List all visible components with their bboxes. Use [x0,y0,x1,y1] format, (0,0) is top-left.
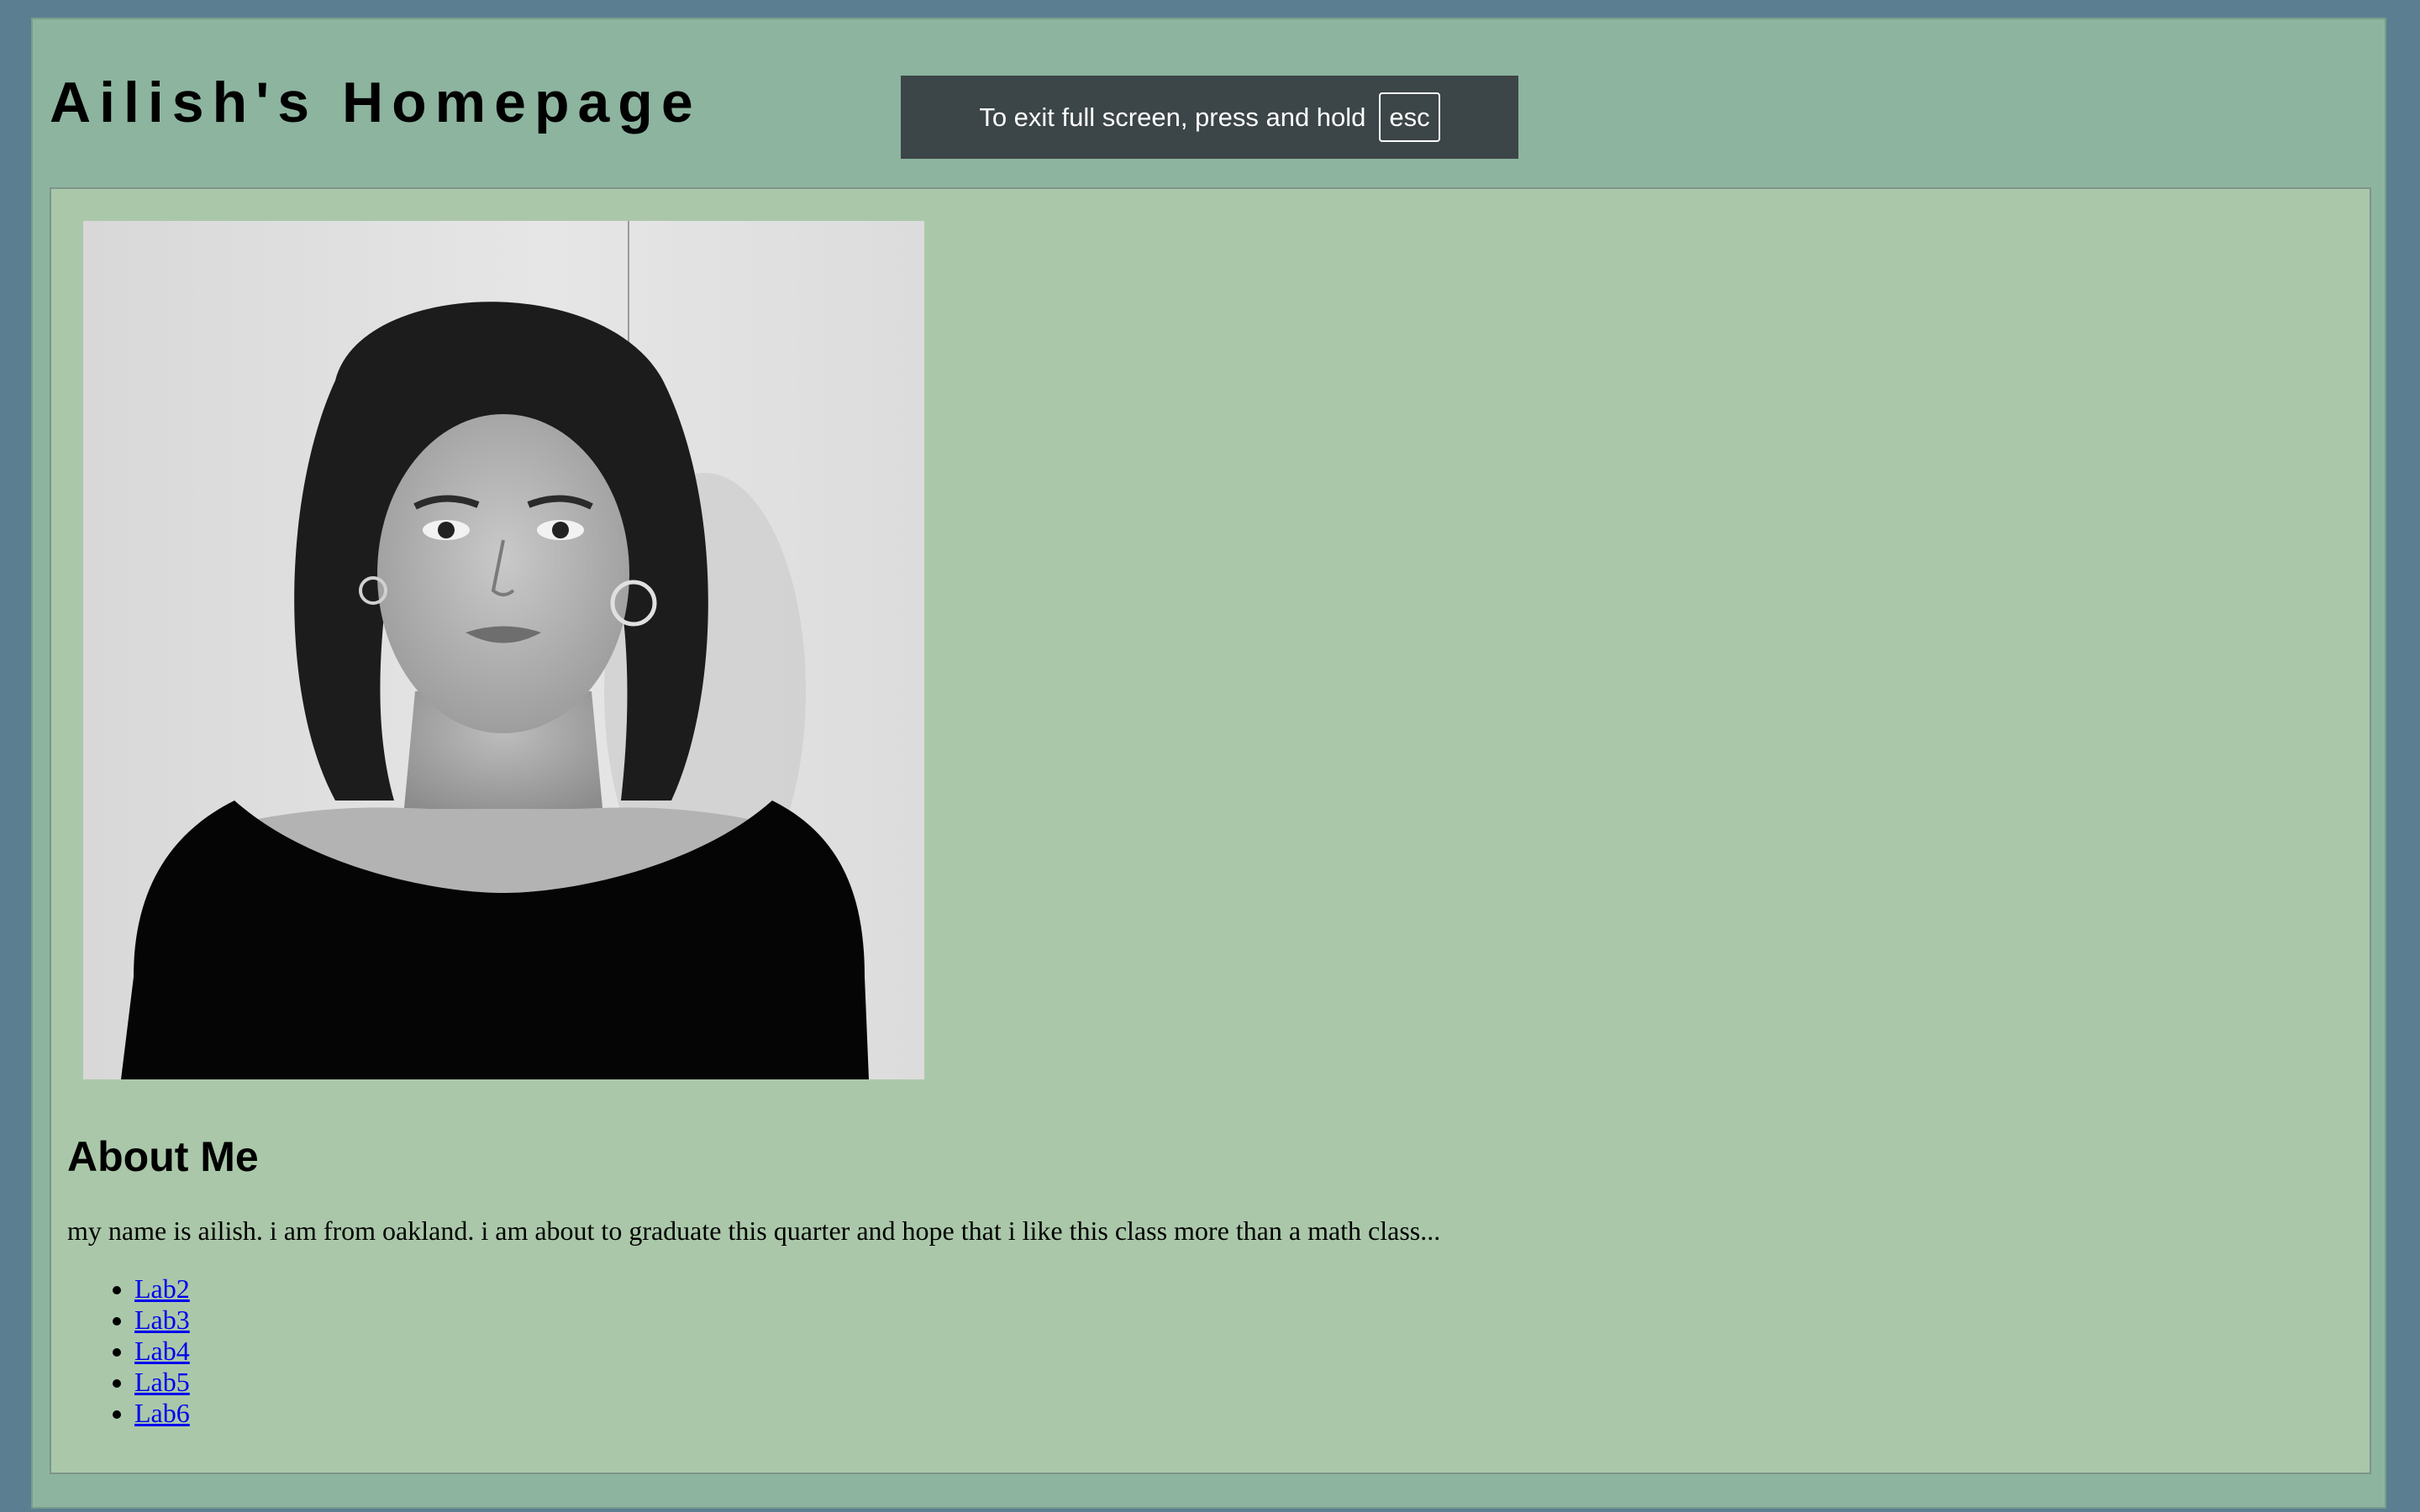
esc-key-badge: esc [1379,92,1440,142]
about-me-heading: About Me [67,1133,259,1180]
list-item: Lab5 [134,1367,190,1398]
list-item: Lab4 [134,1336,190,1367]
lab6-link[interactable]: Lab6 [134,1398,190,1428]
list-item: Lab6 [134,1398,190,1429]
lab4-link[interactable]: Lab4 [134,1336,190,1366]
portrait-image [83,221,924,1079]
fullscreen-exit-message: To exit full screen, press and hold [979,102,1366,132]
list-item: Lab2 [134,1273,190,1305]
lab3-link[interactable]: Lab3 [134,1305,190,1335]
lab2-link[interactable]: Lab2 [134,1273,190,1304]
site-title: Ailish's Homepage [50,71,702,134]
lab-links-list: Lab2 Lab3 Lab4 Lab5 Lab6 [67,1273,190,1429]
list-item: Lab3 [134,1305,190,1336]
lab5-link[interactable]: Lab5 [134,1367,190,1397]
fullscreen-exit-banner: To exit full screen, press and hold esc [901,76,1518,159]
profile-photo [83,221,924,1079]
about-me-text: my name is ailish. i am from oakland. i … [67,1215,1441,1246]
